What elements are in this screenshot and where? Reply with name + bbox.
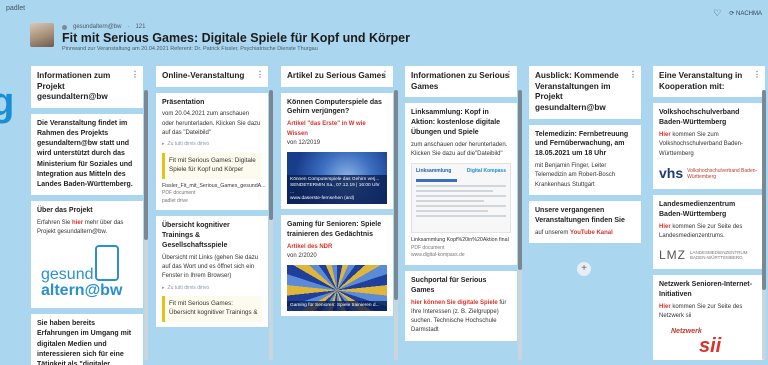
document-preview[interactable]: Digital Kompass Linksammlung	[411, 163, 511, 234]
heart-icon[interactable]: ♡	[713, 8, 721, 19]
more-options-icon[interactable]: ⋮	[381, 70, 389, 80]
column-scrollbar[interactable]	[762, 90, 766, 360]
pdf-preview[interactable]: Fit mit Serious Games: Übersicht kogniti…	[162, 296, 262, 323]
post-body: Hier kommen Sie zum Volkshochschulverban…	[659, 131, 744, 157]
page-subtitle: Pinnwand zur Veranstaltung am 20.04.2021…	[62, 46, 318, 52]
board-header: padlet ♡ ⟳ NACHMA gesundaltern@bw · 121 …	[0, 0, 768, 58]
post-body: hier können Sie digitale Spiele für Ihre…	[411, 299, 507, 334]
column-header: Informationen zu Serious Games ⋮	[405, 66, 517, 98]
header-actions: ♡ ⟳ NACHMA	[713, 8, 762, 19]
brand-logo[interactable]: padlet	[6, 5, 25, 12]
column-scrollbar[interactable]	[269, 90, 273, 360]
author-name[interactable]: gesundaltern@bw	[73, 24, 121, 30]
attachment-link[interactable]: ▸ Zu tutti dirvis dirivo	[162, 285, 262, 293]
add-post-button[interactable]: +	[577, 262, 591, 276]
post-card[interactable]: Volkshochschulverband Baden-Württemberg …	[653, 103, 765, 190]
page-title: Fit mit Serious Games: Digitale Spiele f…	[62, 31, 410, 45]
more-options-icon[interactable]: ⋮	[753, 70, 761, 80]
board-avatar	[30, 23, 54, 47]
column-header: Ausblick: Kommende Veranstaltungen im Pr…	[529, 66, 641, 119]
search-portal-link[interactable]: hier können Sie digitale Spiele	[411, 300, 498, 306]
more-options-icon[interactable]: ⋮	[256, 70, 264, 80]
article-image[interactable]: Können Computerspiele das Gehirn verj...…	[287, 152, 387, 205]
post-card[interactable]: Linksammlung: Kopf in Aktion: kostenlose…	[405, 103, 517, 265]
article-source-link[interactable]: Artikel "das Erste" in W wie Wissen	[287, 120, 387, 139]
post-card[interactable]: Telemedizin: Fernbetreuung und Fernüberw…	[529, 124, 641, 195]
post-card[interactable]: Sie haben bereits Erfahrungen im Umgang …	[31, 314, 143, 365]
phone-icon	[95, 245, 119, 282]
link-icon: ▸	[162, 141, 165, 148]
attachment-link[interactable]: ▸ Zu tutti dirvis dirivo	[162, 141, 262, 149]
post-body: auf unserem YouTube Kanal	[535, 229, 613, 236]
post-card[interactable]: Die Veranstaltung findet im Rahmen des P…	[31, 113, 143, 195]
lmz-link[interactable]: Hier	[659, 224, 671, 230]
user-icon	[62, 24, 67, 30]
link-icon: ▸	[162, 284, 165, 291]
column-header: Artikel zu Serious Games ⋮	[281, 66, 393, 87]
vhs-link[interactable]: Hier	[659, 132, 671, 138]
column-kooperation: Eine Veranstaltung in Kooperation mit: ⋮…	[653, 66, 766, 365]
post-card[interactable]: Netzwerk Senioren-Internet-Initiativen H…	[653, 275, 765, 361]
post-card[interactable]: Können Computerspiele das Gehirn verjüng…	[281, 92, 393, 210]
youtube-link[interactable]: YouTube Kanal	[570, 230, 613, 236]
post-card[interactable]: Gaming für Senioren: Spiele trainieren d…	[281, 215, 393, 317]
post-card[interactable]: Übersicht kognitiver Trainings & Gesells…	[156, 216, 268, 328]
image-caption: Können Computerspiele das Gehirn verj...…	[287, 175, 387, 205]
column-artikel: Artikel zu Serious Games ⋮ Können Comput…	[281, 66, 398, 365]
column-informationen: Informationen zu Serious Games ⋮ Linksam…	[405, 66, 522, 365]
separator: ·	[127, 24, 130, 30]
decorative-letter: g	[0, 80, 15, 124]
column-header: Eine Veranstaltung in Kooperation mit: ⋮	[653, 66, 765, 98]
post-card[interactable]: Unsere vergangenen Veranstaltungen finde…	[529, 200, 641, 243]
post-card[interactable]: Landesmedienzentrum Baden-Württemberg Hi…	[653, 195, 765, 270]
column-online-veranstaltung: Online-Veranstaltung ⋮ Präsentation vom …	[156, 66, 273, 365]
post-body: Hier kommen Sie zur Seite des Netzwerk s…	[659, 303, 743, 320]
gesundaltern-logo: gesund altern@bw	[37, 243, 137, 303]
remake-button[interactable]: ⟳ NACHMA	[729, 10, 762, 17]
lmz-logo: LMZ LANDESMEDIENZENTRUM BADEN-WÜRTTEMBER…	[659, 247, 748, 262]
column-ausblick: Ausblick: Kommende Veranstaltungen im Pr…	[529, 66, 641, 365]
project-link[interactable]: hier	[72, 220, 83, 226]
digital-kompass-logo: Digital Kompass	[466, 168, 506, 175]
column-header: Informationen zum Projekt gesundaltern@b…	[31, 66, 143, 108]
post-card[interactable]: Suchportal für Serious Games hier können…	[405, 271, 517, 341]
image-caption: Gaming für Senioren: Spiele trainieren d…	[287, 301, 387, 312]
netzwerk-sii-logo: Netzwerk sii	[671, 328, 722, 358]
post-body: Erfahren Sie hier mehr über das Projekt …	[37, 219, 124, 236]
column-scrollbar[interactable]	[144, 90, 148, 360]
more-options-icon[interactable]: ⋮	[629, 70, 637, 80]
column-header: Online-Veranstaltung ⋮	[156, 66, 268, 87]
board-meta: gesundaltern@bw · 121	[62, 24, 145, 30]
post-count: 121	[135, 24, 146, 30]
pdf-preview[interactable]: Fit mit Serious Games: Digitale Spiele f…	[162, 153, 262, 179]
post-card[interactable]: Über das Projekt Erfahren Sie hier mehr …	[31, 200, 143, 309]
post-card[interactable]: Präsentation vom 20.04.2021 zum anschaue…	[156, 92, 268, 211]
netzwerk-link[interactable]: Hier	[659, 304, 671, 310]
vhs-logo: vhs Volkshochschulverband Baden-Württemb…	[659, 164, 758, 181]
more-options-icon[interactable]: ⋮	[505, 70, 513, 80]
column-scrollbar[interactable]	[394, 90, 398, 360]
column-projekt-info: Informationen zum Projekt gesundaltern@b…	[31, 66, 148, 365]
article-image[interactable]: Gaming für Senioren: Spiele trainieren d…	[287, 265, 387, 312]
column-scrollbar[interactable]	[518, 90, 522, 360]
more-options-icon[interactable]: ⋮	[131, 70, 139, 80]
post-body: Hier kommen Sie zur Seite des Landesmedi…	[659, 224, 743, 240]
article-source-link[interactable]: Artikel des NDR	[287, 243, 387, 252]
